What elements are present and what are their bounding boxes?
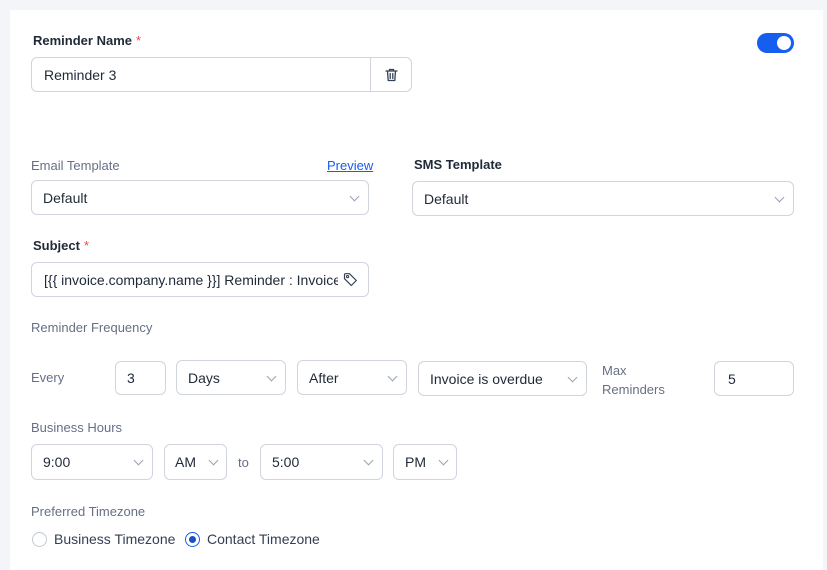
reminder-enabled-toggle[interactable] bbox=[757, 33, 794, 53]
frequency-count-input[interactable]: 3 bbox=[115, 361, 166, 395]
email-template-label: Email Template bbox=[31, 158, 120, 173]
reminder-name-field[interactable]: Reminder 3 bbox=[31, 57, 412, 92]
chevron-down-icon bbox=[208, 455, 219, 466]
chevron-down-icon bbox=[567, 372, 578, 382]
business-timezone-label[interactable]: Business Timezone bbox=[54, 531, 175, 547]
sms-template-value: Default bbox=[424, 190, 469, 207]
subject-input[interactable]: [{{ invoice.company.name }}] Reminder : … bbox=[31, 262, 369, 297]
chevron-down-icon bbox=[438, 455, 449, 466]
chevron-down-icon bbox=[363, 455, 374, 466]
required-marker: * bbox=[83, 238, 90, 253]
delete-reminder-button[interactable] bbox=[371, 58, 412, 91]
frequency-count-value: 3 bbox=[127, 370, 135, 386]
subject-label: Subject * bbox=[33, 238, 89, 253]
tag-icon bbox=[343, 273, 357, 287]
frequency-relation-select[interactable]: After bbox=[297, 360, 407, 395]
preview-link[interactable]: Preview bbox=[327, 158, 373, 173]
start-period-select[interactable]: AM bbox=[164, 444, 227, 480]
toggle-knob bbox=[777, 36, 791, 50]
start-period-value: AM bbox=[175, 454, 196, 470]
chevron-down-icon bbox=[266, 371, 277, 381]
business-hours-label: Business Hours bbox=[31, 420, 123, 435]
preferred-timezone-label: Preferred Timezone bbox=[31, 504, 146, 519]
contact-timezone-radio[interactable] bbox=[185, 532, 200, 547]
frequency-relation-value: After bbox=[309, 369, 339, 386]
required-marker: * bbox=[135, 33, 142, 48]
frequency-trigger-value: Invoice is overdue bbox=[430, 370, 543, 387]
frequency-unit-value: Days bbox=[188, 369, 220, 386]
reminder-frequency-label: Reminder Frequency bbox=[31, 320, 153, 335]
subject-value: [{{ invoice.company.name }}] Reminder : … bbox=[44, 271, 338, 288]
frequency-trigger-select[interactable]: Invoice is overdue bbox=[418, 361, 587, 396]
reminder-name-label: Reminder Name * bbox=[33, 33, 141, 48]
business-timezone-radio[interactable] bbox=[32, 532, 47, 547]
chevron-down-icon bbox=[349, 191, 360, 201]
end-time-select[interactable]: 5:00 bbox=[260, 444, 383, 480]
chevron-down-icon bbox=[387, 371, 398, 381]
end-period-value: PM bbox=[405, 454, 426, 470]
contact-timezone-label[interactable]: Contact Timezone bbox=[207, 531, 320, 547]
insert-tag-button[interactable] bbox=[343, 272, 358, 290]
end-period-select[interactable]: PM bbox=[393, 444, 457, 480]
frequency-unit-select[interactable]: Days bbox=[176, 360, 286, 395]
to-label: to bbox=[238, 455, 249, 470]
email-template-value: Default bbox=[43, 189, 88, 206]
every-label: Every bbox=[31, 370, 65, 385]
start-time-value: 9:00 bbox=[43, 454, 71, 470]
max-label-line1: Max bbox=[602, 363, 627, 378]
trash-icon bbox=[385, 68, 398, 81]
start-time-select[interactable]: 9:00 bbox=[31, 444, 153, 480]
reminder-name-label-text: Reminder Name bbox=[33, 33, 132, 48]
chevron-down-icon bbox=[133, 455, 144, 466]
subject-label-text: Subject bbox=[33, 238, 80, 253]
sms-template-select[interactable]: Default bbox=[412, 181, 794, 216]
max-reminders-input[interactable]: 5 bbox=[714, 361, 794, 396]
end-time-value: 5:00 bbox=[272, 454, 300, 470]
max-reminders-label: Max Reminders bbox=[602, 361, 665, 399]
reminder-name-value: Reminder 3 bbox=[44, 66, 117, 83]
email-template-select[interactable]: Default bbox=[31, 180, 369, 215]
max-reminders-value: 5 bbox=[728, 370, 736, 387]
max-label-line2: Reminders bbox=[602, 382, 665, 397]
chevron-down-icon bbox=[774, 192, 785, 202]
sms-template-label: SMS Template bbox=[414, 157, 502, 172]
